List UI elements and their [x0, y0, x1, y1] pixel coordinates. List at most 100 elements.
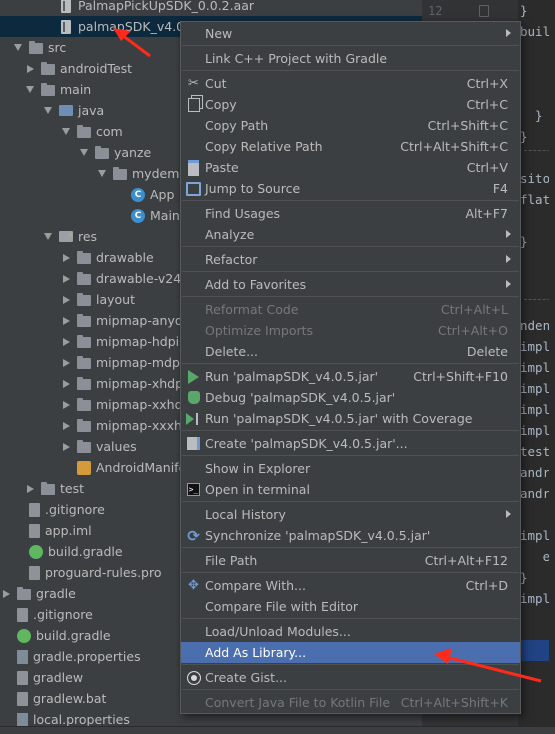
- tree-item[interactable]: PalmapPickUpSDK_0.0.2.aar: [0, 0, 422, 16]
- menu-item-link-c-project-with-gradle[interactable]: Link C++ Project with Gradle: [181, 48, 520, 69]
- collapsed-arrow-icon[interactable]: [24, 483, 36, 495]
- collapsed-arrow-icon[interactable]: [0, 588, 12, 600]
- menu-item-run-palmapsdk-v4-0-5-jar-with-coverage[interactable]: Run 'palmapSDK_v4.0.5.jar' with Coverage: [181, 408, 520, 429]
- menu-item-open-in-terminal[interactable]: Open in terminal: [181, 479, 520, 500]
- tree-item-label: test: [60, 481, 85, 496]
- menu-item-compare-with[interactable]: Compare With... Ctrl+D: [181, 575, 520, 596]
- class-icon: [131, 187, 145, 202]
- package-icon: [77, 124, 91, 138]
- scissors-icon: [186, 76, 201, 91]
- menu-item-copy[interactable]: Copy Ctrl+C: [181, 94, 520, 115]
- menu-item-paste[interactable]: Paste Ctrl+V: [181, 157, 520, 178]
- collapsed-arrow-icon[interactable]: [60, 420, 72, 432]
- folder-icon: [77, 250, 91, 264]
- menu-item-label: Compare File with Editor: [205, 599, 359, 614]
- menu-item-label: Convert Java File to Kotlin File: [205, 695, 391, 710]
- expanded-arrow-icon[interactable]: [24, 84, 36, 96]
- editor-scrollbar[interactable]: [549, 0, 555, 734]
- expanded-arrow-icon[interactable]: [42, 231, 54, 243]
- menu-item-shortcut: Ctrl+Alt+O: [438, 323, 508, 338]
- menu-item-find-usages[interactable]: Find Usages Alt+F7: [181, 203, 520, 224]
- code-line: e: [520, 549, 551, 564]
- menu-item-label: File Path: [205, 553, 258, 568]
- submenu-arrow-icon: [506, 510, 511, 518]
- code-line: }: [520, 108, 543, 123]
- tree-item-label: gradle: [36, 586, 76, 601]
- menu-item-cut[interactable]: Cut Ctrl+X: [181, 73, 520, 94]
- menu-item-jump-to-source[interactable]: Jump to Source F4: [181, 178, 520, 199]
- context-menu[interactable]: New Link C++ Project with Gradle Cut Ctrl+X…: [180, 21, 521, 714]
- collapsed-arrow-icon[interactable]: [60, 273, 72, 285]
- menu-item-label: Reformat Code: [205, 302, 299, 317]
- collapsed-arrow-icon[interactable]: [24, 63, 36, 75]
- menu-item-synchronize-palmapsdk-v4-0-5-jar[interactable]: Synchronize 'palmapSDK_v4.0.5.jar': [181, 525, 520, 546]
- fold-marker-icon[interactable]: [479, 5, 489, 17]
- menu-item-copy-relative-path[interactable]: Copy Relative Path Ctrl+Alt+Shift+C: [181, 136, 520, 157]
- submenu-arrow-icon: [506, 255, 511, 263]
- menu-item-delete[interactable]: Delete... Delete: [181, 341, 520, 362]
- menu-item-label: Create 'palmapSDK_v4.0.5.jar'...: [205, 436, 408, 451]
- menu-item-local-history[interactable]: Local History: [181, 504, 520, 525]
- folder-icon: [17, 586, 31, 600]
- menu-separator: [182, 363, 519, 364]
- menu-item-add-as-library[interactable]: Add As Library...: [181, 642, 520, 663]
- menu-separator: [182, 45, 519, 46]
- tree-item-label: mipmap-mdpi: [96, 355, 184, 370]
- collapsed-arrow-icon[interactable]: [60, 378, 72, 390]
- menu-item-show-in-explorer[interactable]: Show in Explorer: [181, 458, 520, 479]
- menu-item-compare-file-with-editor[interactable]: Compare File with Editor: [181, 596, 520, 617]
- collapsed-arrow-icon[interactable]: [60, 252, 72, 264]
- file-icon: [17, 607, 28, 622]
- menu-item-create-palmapsdk-v4-0-5-jar[interactable]: Create 'palmapSDK_v4.0.5.jar'...: [181, 433, 520, 454]
- debug-icon: [186, 390, 201, 405]
- copy-icon: [186, 97, 201, 112]
- menu-item-refactor[interactable]: Refactor: [181, 249, 520, 270]
- menu-item-new[interactable]: New: [181, 23, 520, 44]
- collapsed-arrow-icon[interactable]: [60, 441, 72, 453]
- file-icon: [17, 691, 28, 706]
- menu-item-debug-palmapsdk-v4-0-5-jar[interactable]: Debug 'palmapSDK_v4.0.5.jar': [181, 387, 520, 408]
- file-icon: [29, 523, 40, 538]
- code-line: }: [520, 129, 528, 144]
- menu-item-label: Copy: [205, 97, 237, 112]
- tree-item-label: src: [48, 40, 67, 55]
- resource-folder-icon: [59, 231, 73, 242]
- folder-icon: [77, 313, 91, 327]
- tree-item-label: com: [96, 124, 123, 139]
- menu-item-load-unload-modules[interactable]: Load/Unload Modules...: [181, 621, 520, 642]
- menu-separator: [182, 271, 519, 272]
- menu-item-analyze[interactable]: Analyze: [181, 224, 520, 245]
- folder-icon: [41, 61, 55, 75]
- expanded-arrow-icon[interactable]: [96, 168, 108, 180]
- expanded-arrow-icon[interactable]: [12, 42, 24, 54]
- tree-item-label: drawable-v24: [96, 271, 182, 286]
- class-icon: [131, 208, 145, 223]
- expanded-arrow-icon[interactable]: [78, 147, 90, 159]
- tree-item-label: proguard-rules.pro: [45, 565, 162, 580]
- tree-item-label: .gitignore: [33, 607, 93, 622]
- folder-icon: [77, 292, 91, 306]
- tree-item-label: layout: [96, 292, 136, 307]
- tree-item-label: gradle.properties: [33, 649, 141, 664]
- menu-item-run-palmapsdk-v4-0-5-jar[interactable]: Run 'palmapSDK_v4.0.5.jar' Ctrl+Shift+F10: [181, 366, 520, 387]
- menu-item-add-to-favorites[interactable]: Add to Favorites: [181, 274, 520, 295]
- collapsed-arrow-icon[interactable]: [60, 336, 72, 348]
- expanded-arrow-icon[interactable]: [42, 105, 54, 117]
- menu-item-file-path[interactable]: File Path Ctrl+Alt+F12: [181, 550, 520, 571]
- expanded-arrow-icon[interactable]: [60, 126, 72, 138]
- tree-item-label: values: [96, 439, 137, 454]
- menu-item-create-gist[interactable]: Create Gist...: [181, 667, 520, 688]
- menu-separator: [182, 501, 519, 502]
- collapsed-arrow-icon[interactable]: [60, 399, 72, 411]
- tree-item-label: mipmap-hdpi: [96, 334, 180, 349]
- tree-item-label: drawable: [96, 250, 154, 265]
- collapsed-arrow-icon[interactable]: [60, 294, 72, 306]
- tree-item-label: App: [150, 187, 175, 202]
- tree-item-label: androidTest: [60, 61, 133, 76]
- menu-item-copy-path[interactable]: Copy Path Ctrl+Shift+C: [181, 115, 520, 136]
- collapsed-arrow-icon[interactable]: [60, 357, 72, 369]
- menu-item-shortcut: Ctrl+Alt+L: [440, 302, 508, 317]
- menu-separator: [182, 455, 519, 456]
- synchronize-icon: [186, 528, 201, 543]
- collapsed-arrow-icon[interactable]: [60, 315, 72, 327]
